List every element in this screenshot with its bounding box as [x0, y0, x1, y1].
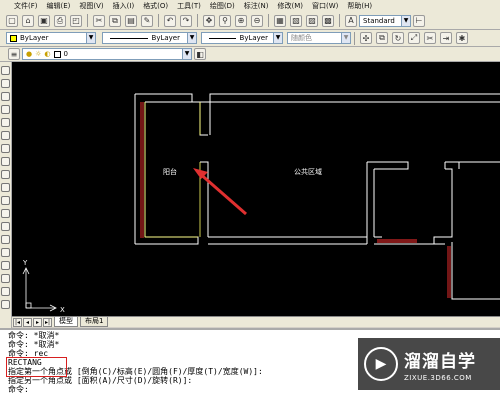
- extend-icon[interactable]: ⇥: [440, 32, 452, 44]
- redo-icon[interactable]: ↷: [180, 14, 192, 27]
- ellipse-icon[interactable]: [1, 183, 10, 192]
- ucs-y-label: Y: [22, 259, 28, 267]
- copy-icon[interactable]: ⧉: [109, 14, 121, 27]
- next-tab-button[interactable]: ▸: [33, 317, 42, 327]
- menu-draw[interactable]: 绘图(D): [210, 1, 235, 11]
- polyline-icon[interactable]: [1, 92, 10, 101]
- properties-icon[interactable]: ▦: [274, 14, 286, 27]
- ucs-x-label: X: [60, 306, 65, 314]
- zoom-window-icon[interactable]: ⊕: [235, 14, 247, 27]
- watermark-title: 溜溜自学: [404, 351, 476, 372]
- prev-tab-button[interactable]: ◂: [23, 317, 32, 327]
- layer-manager-icon[interactable]: ≡: [8, 48, 20, 60]
- rectangle-icon[interactable]: [1, 118, 10, 127]
- circle-icon[interactable]: [1, 144, 10, 153]
- menu-bar: 文件(F) 编辑(E) 视图(V) 插入(I) 格式(O) 工具(T) 绘图(D…: [0, 0, 500, 12]
- dim-style-icon: ⊢: [413, 14, 425, 27]
- menu-dimension[interactable]: 标注(N): [244, 1, 269, 11]
- linetype-select[interactable]: ByLayer ▼: [102, 32, 197, 44]
- menu-insert[interactable]: 插入(I): [113, 1, 135, 11]
- layer-select[interactable]: ● ☼ ◐ 0 ▼: [22, 48, 192, 60]
- undo-icon[interactable]: ↶: [164, 14, 176, 27]
- tab-model[interactable]: 模型: [54, 317, 78, 327]
- menu-help[interactable]: 帮助(H): [347, 1, 372, 11]
- standard-toolbar: ▢ ⌂ ▣ ⎙ ◰ ✂ ⧉ ▤ ✎ ↶ ↷ ✥ ⚲ ⊕ ⊖ ▦ ▧ ▨ ▩ A …: [0, 12, 500, 30]
- menu-modify[interactable]: 修改(M): [277, 1, 303, 11]
- trim-icon[interactable]: ✂: [424, 32, 436, 44]
- table-icon[interactable]: [1, 287, 10, 296]
- point-icon[interactable]: [1, 235, 10, 244]
- pan-icon[interactable]: ✥: [203, 14, 215, 27]
- menu-edit[interactable]: 编辑(E): [47, 1, 71, 11]
- play-logo-icon: ▶: [364, 347, 398, 381]
- first-tab-button[interactable]: |◂: [13, 317, 22, 327]
- move-icon[interactable]: ✣: [360, 32, 372, 44]
- menu-format[interactable]: 格式(O): [143, 1, 168, 11]
- room-label-public-area: 公共区域: [294, 167, 322, 176]
- color-select[interactable]: ByLayer ▼: [6, 32, 96, 44]
- paste-icon[interactable]: ▤: [125, 14, 137, 27]
- scale-icon[interactable]: ⤢: [408, 32, 420, 44]
- tool-palettes-icon[interactable]: ▨: [306, 14, 318, 27]
- preview-icon[interactable]: ◰: [70, 14, 82, 27]
- color-swatch: [10, 34, 17, 42]
- layout-tab-bar: |◂ ◂ ▸ ▸| 模型 布局1: [12, 316, 500, 327]
- callout-arrow-line: [197, 170, 247, 216]
- menu-view[interactable]: 视图(V): [79, 1, 103, 11]
- room-label-balcony: 阳台: [163, 167, 177, 176]
- arc-icon[interactable]: [1, 131, 10, 140]
- open-file-icon[interactable]: ⌂: [22, 14, 34, 27]
- save-icon[interactable]: ▣: [38, 14, 50, 27]
- make-block-icon[interactable]: [1, 222, 10, 231]
- revision-cloud-icon[interactable]: [1, 157, 10, 166]
- line-icon[interactable]: [1, 66, 10, 75]
- match-properties-icon[interactable]: ✎: [141, 14, 153, 27]
- calculator-icon[interactable]: ▩: [322, 14, 334, 27]
- rotate-icon[interactable]: ↻: [392, 32, 404, 44]
- construction-line-icon[interactable]: [1, 79, 10, 88]
- insert-block-icon[interactable]: [1, 209, 10, 218]
- text-style-select[interactable]: Standard ▼: [359, 14, 411, 27]
- watermark: ▶ 溜溜自学 ZIXUE.3D66.COM: [358, 338, 500, 390]
- print-icon[interactable]: ⎙: [54, 14, 66, 27]
- region-icon[interactable]: [1, 274, 10, 283]
- mtext-icon[interactable]: [1, 300, 10, 309]
- zoom-previous-icon[interactable]: ⊖: [251, 14, 263, 27]
- ucs-icon: [22, 267, 57, 312]
- tab-layout1[interactable]: 布局1: [80, 317, 109, 327]
- menu-file[interactable]: 文件(F): [14, 1, 38, 11]
- cut-icon[interactable]: ✂: [93, 14, 105, 27]
- gradient-icon[interactable]: [1, 261, 10, 270]
- last-tab-button[interactable]: ▸|: [43, 317, 52, 327]
- annotation-highlight-box: [6, 357, 67, 377]
- spline-icon[interactable]: [1, 170, 10, 179]
- watermark-url: ZIXUE.3D66.COM: [404, 373, 472, 382]
- menu-window[interactable]: 窗口(W): [312, 1, 338, 11]
- zoom-realtime-icon[interactable]: ⚲: [219, 14, 231, 27]
- plotstyle-select[interactable]: 随颜色 ▼: [287, 32, 351, 44]
- hatch-icon[interactable]: [1, 248, 10, 257]
- text-style-icon: A: [345, 14, 357, 27]
- layers-toolbar: ≡ ● ☼ ◐ 0 ▼ ◧: [0, 47, 500, 62]
- explode-icon[interactable]: ✱: [456, 32, 468, 44]
- lineweight-select[interactable]: ByLayer ▼: [201, 32, 283, 44]
- menu-tools[interactable]: 工具(T): [177, 1, 201, 11]
- floor-plan-drawing: 阳台 公共区域 X Y: [22, 93, 500, 314]
- draw-toolbar: [0, 62, 12, 332]
- copy-object-icon[interactable]: ⧉: [376, 32, 388, 44]
- layer-previous-icon[interactable]: ◧: [194, 48, 206, 60]
- ellipse-arc-icon[interactable]: [1, 196, 10, 205]
- design-center-icon[interactable]: ▧: [290, 14, 302, 27]
- drawing-canvas[interactable]: 阳台 公共区域 X Y: [12, 62, 500, 316]
- new-file-icon[interactable]: ▢: [6, 14, 18, 27]
- properties-toolbar: ByLayer ▼ ByLayer ▼ ByLayer ▼ 随颜色 ▼ ✣ ⧉ ↻ ⤢ …: [0, 30, 500, 47]
- polygon-icon[interactable]: [1, 105, 10, 114]
